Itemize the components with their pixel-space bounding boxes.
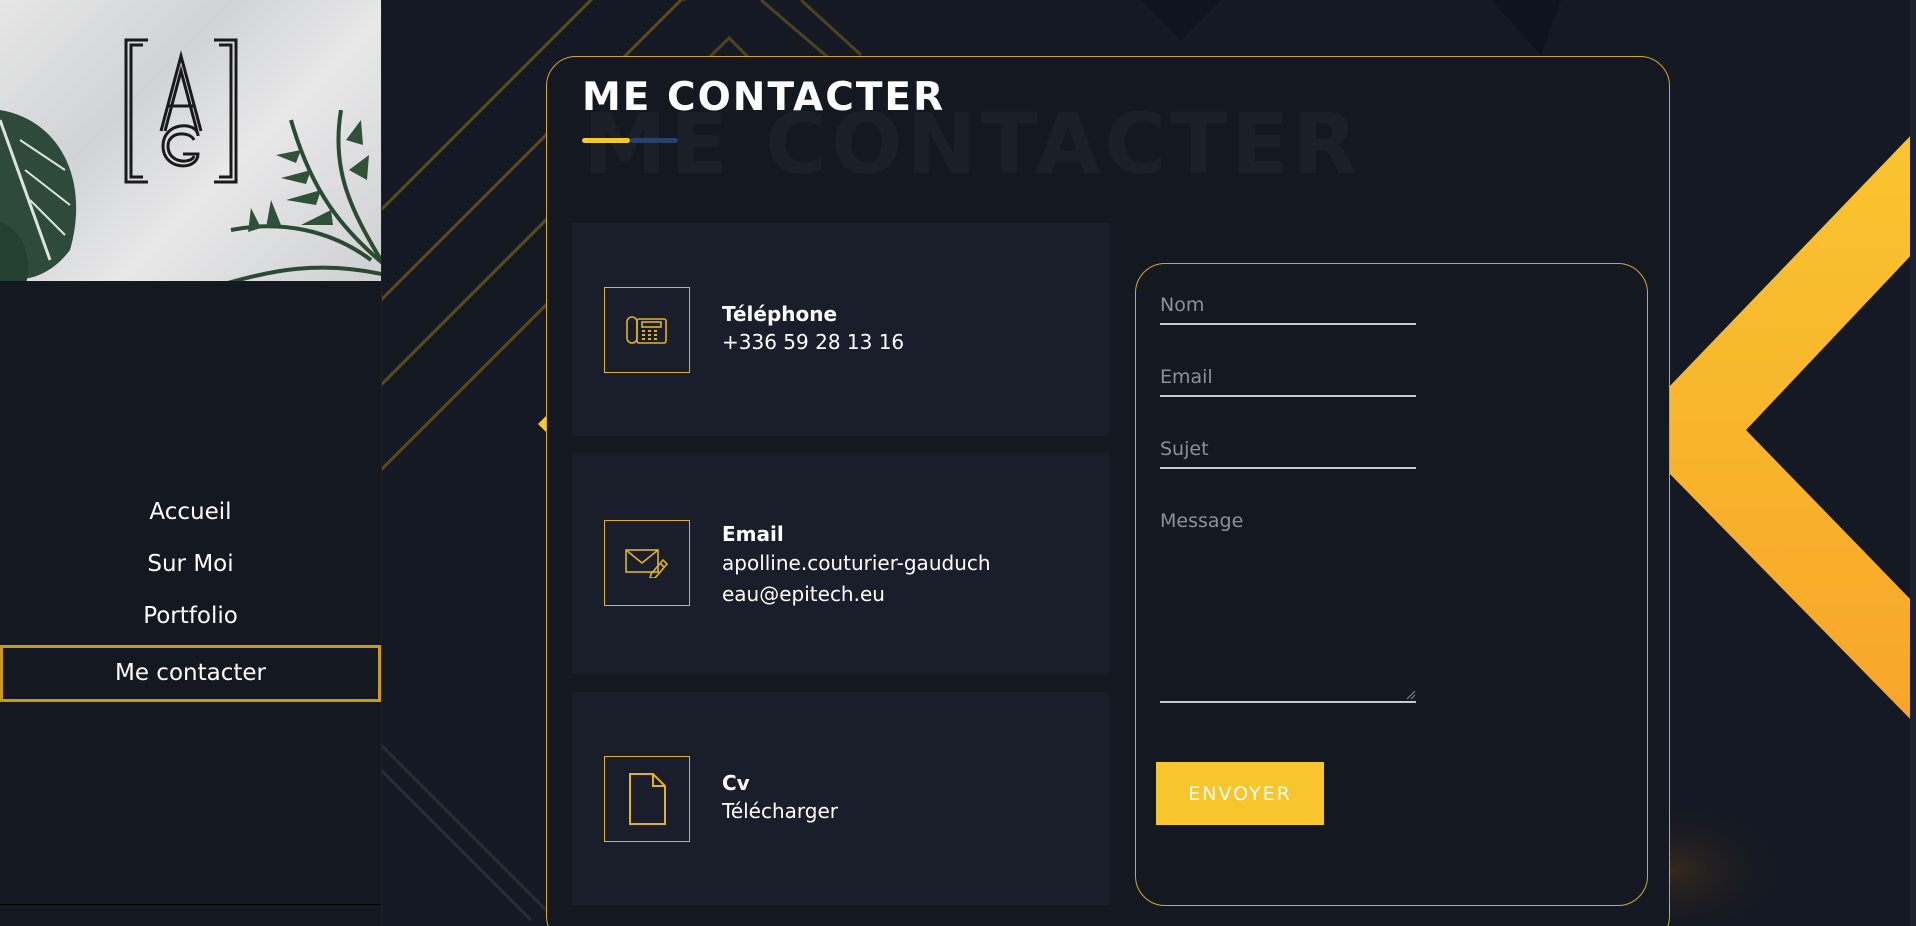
contact-form: ENVOYER bbox=[1135, 263, 1648, 906]
subject-input[interactable] bbox=[1160, 431, 1416, 469]
leaf-decoration-left bbox=[0, 110, 77, 281]
scrollbar[interactable] bbox=[1910, 0, 1916, 926]
resize-grip-icon[interactable] bbox=[1406, 690, 1416, 700]
nav-item-sur-moi[interactable]: Sur Moi bbox=[0, 538, 381, 590]
email-label: Email bbox=[722, 522, 784, 546]
sidebar-divider bbox=[0, 904, 381, 905]
cv-label: Cv bbox=[722, 771, 750, 795]
document-icon bbox=[604, 756, 690, 842]
send-button[interactable]: ENVOYER bbox=[1156, 762, 1324, 825]
message-textarea[interactable] bbox=[1160, 505, 1416, 703]
phone-value: +336 59 28 13 16 bbox=[722, 330, 905, 354]
title-underline bbox=[582, 138, 678, 143]
sidebar-hero-image bbox=[0, 0, 381, 281]
main-nav: Accueil Sur Moi Portfolio Me contacter bbox=[0, 486, 381, 702]
sidebar: Accueil Sur Moi Portfolio Me contacter bbox=[0, 0, 382, 926]
email-icon bbox=[604, 520, 690, 606]
logo-icon bbox=[124, 38, 238, 184]
contact-card: ME CONTACTER ME CONTACTER Téléphone +336… bbox=[546, 56, 1670, 926]
phone-label: Téléphone bbox=[722, 302, 838, 326]
page: Accueil Sur Moi Portfolio Me contacter M… bbox=[0, 0, 1916, 926]
page-title: ME CONTACTER bbox=[582, 75, 946, 120]
nav-item-accueil[interactable]: Accueil bbox=[0, 486, 381, 538]
cv-download-link[interactable]: Télécharger bbox=[722, 796, 1082, 827]
nav-item-portfolio[interactable]: Portfolio bbox=[0, 590, 381, 642]
nav-item-me-contacter[interactable]: Me contacter bbox=[0, 645, 381, 702]
contact-info-cv: Cv Télécharger bbox=[572, 692, 1109, 905]
leaf-decoration-right bbox=[227, 110, 381, 281]
section-marker bbox=[538, 416, 546, 432]
email-value[interactable]: apolline.couturier-gauducheau@epitech.eu bbox=[722, 548, 1002, 610]
contact-info-email: Email apolline.couturier-gauducheau@epit… bbox=[572, 453, 1109, 674]
name-input[interactable] bbox=[1160, 287, 1416, 325]
telephone-icon bbox=[604, 287, 690, 373]
contact-info-phone: Téléphone +336 59 28 13 16 bbox=[572, 223, 1109, 436]
email-input[interactable] bbox=[1160, 359, 1416, 397]
